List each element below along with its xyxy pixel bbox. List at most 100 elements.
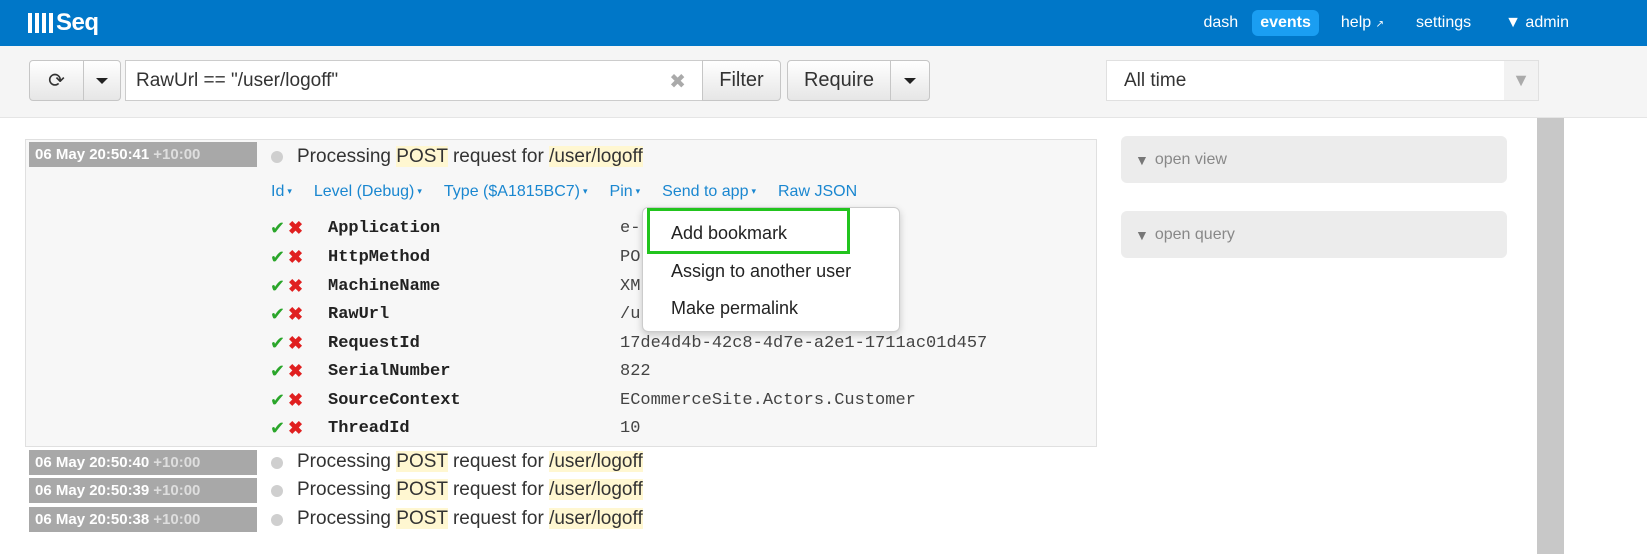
msg-text: Processing	[297, 508, 397, 529]
property-row: ✔ ✖ RawUrl/u	[270, 301, 640, 327]
event-message[interactable]: Processing POST request for /user/logoff	[297, 508, 643, 530]
event-timestamp[interactable]: 06 May 20:50:40 +10:00	[29, 450, 257, 475]
property-name: RawUrl	[328, 304, 390, 324]
msg-text: request for	[447, 451, 550, 472]
property-row: ✔ ✖ ThreadId 10	[270, 415, 640, 441]
check-icon[interactable]: ✔	[270, 390, 288, 411]
nav-events[interactable]: events	[1252, 10, 1319, 36]
nav-help-label: help	[1340, 14, 1372, 31]
check-icon[interactable]: ✔	[270, 418, 288, 439]
property-value: 17de4d4b-42c8-4d7e-a2e1-1711ac01d457	[620, 333, 988, 353]
msg-highlight: /user/logoff	[549, 451, 643, 472]
open-view-panel[interactable]: ▼ open view	[1121, 136, 1507, 183]
action-level[interactable]: Level (Debug) ▾	[314, 183, 422, 201]
property-row: ✔ ✖ HttpMethod PO	[270, 244, 640, 270]
action-label: Type ($A1815BC7)	[443, 183, 580, 200]
open-query-panel[interactable]: ▼ open query	[1121, 211, 1507, 258]
time-range-value: All time	[1124, 69, 1187, 91]
menu-item-make-permalink[interactable]: Make permalink	[671, 298, 798, 319]
cross-icon[interactable]: ✖	[288, 418, 310, 439]
refresh-button[interactable]: ⟳	[29, 60, 84, 101]
nav-admin-menu[interactable]: ▼ admin	[1497, 10, 1577, 36]
cross-icon[interactable]: ✖	[288, 361, 310, 382]
action-id[interactable]: Id ▾	[271, 183, 292, 201]
external-link-icon: ↗	[1375, 19, 1384, 30]
chevron-down-icon: ▼	[1504, 61, 1538, 100]
seq-logo[interactable]: Seq	[28, 9, 99, 37]
event-actions: Id ▾ Level (Debug) ▾ Type ($A1815BC7) ▾ Pin…	[271, 183, 879, 201]
nav-help[interactable]: help ↗	[1333, 10, 1392, 36]
event-timezone: +10:00	[153, 511, 201, 528]
check-icon[interactable]: ✔	[270, 218, 288, 239]
event-date: 06 May 20:50:41	[35, 146, 150, 163]
msg-text: Processing	[297, 479, 397, 500]
property-row: ✔ ✖ Application e-	[270, 215, 640, 241]
msg-text: request for	[447, 508, 550, 529]
check-icon[interactable]: ✔	[270, 361, 288, 382]
check-icon[interactable]: ✔	[270, 247, 288, 268]
search-input[interactable]: RawUrl == "/user/logoff" ✖	[125, 60, 703, 101]
level-dot-icon	[271, 485, 283, 497]
clear-icon[interactable]: ✖	[669, 69, 686, 94]
event-message[interactable]: Processing POST request for /user/logoff	[297, 146, 643, 168]
property-value: /u	[620, 304, 641, 324]
panel-label: open query	[1154, 225, 1235, 243]
logo-bars-icon	[28, 13, 53, 33]
msg-highlight: /user/logoff	[549, 479, 643, 500]
action-label: Send to app	[662, 183, 749, 200]
property-row: ✔ ✖ SerialNumber 822	[270, 358, 651, 384]
msg-highlight: POST	[396, 508, 448, 529]
triangle-down-icon: ▼	[1135, 151, 1149, 168]
property-value: 10	[620, 418, 641, 438]
level-dot-icon	[271, 514, 283, 526]
action-send-to-app[interactable]: Send to app ▾	[662, 183, 756, 201]
filter-button[interactable]: Filter	[702, 60, 781, 101]
event-timestamp[interactable]: 06 May 20:50:38 +10:00	[29, 507, 257, 532]
event-message[interactable]: Processing POST request for /user/logoff	[297, 451, 643, 473]
cross-icon[interactable]: ✖	[288, 390, 310, 411]
refresh-options-button[interactable]	[83, 60, 121, 101]
vertical-scrollbar[interactable]	[1537, 118, 1564, 554]
property-name: Application	[328, 218, 441, 238]
check-icon[interactable]: ✔	[270, 333, 288, 354]
chevron-down-icon: ▾	[635, 186, 641, 197]
cross-icon[interactable]: ✖	[288, 304, 310, 325]
cross-icon[interactable]: ✖	[288, 276, 310, 297]
property-value: PO	[620, 247, 641, 267]
action-raw-json[interactable]: Raw JSON	[778, 183, 857, 201]
time-range-select[interactable]: All time ▼	[1106, 60, 1539, 101]
action-type[interactable]: Type ($A1815BC7) ▾	[444, 183, 588, 201]
event-timezone: +10:00	[153, 146, 201, 163]
query-toolbar: ⟳ RawUrl == "/user/logoff" ✖ Filter Requ…	[0, 46, 1647, 118]
property-name: MachineName	[328, 276, 441, 296]
menu-item-assign-user[interactable]: Assign to another user	[671, 261, 851, 282]
nav-dash[interactable]: dash	[1196, 10, 1247, 36]
event-timestamp[interactable]: 06 May 20:50:39 +10:00	[29, 478, 257, 503]
event-message[interactable]: Processing POST request for /user/logoff	[297, 479, 643, 501]
property-value: ECommerceSite.Actors.Customer	[620, 390, 916, 410]
require-button[interactable]: Require	[787, 60, 891, 101]
event-timezone: +10:00	[153, 482, 201, 499]
cross-icon[interactable]: ✖	[288, 333, 310, 354]
action-label: Pin	[609, 183, 633, 200]
triangle-down-icon: ▼	[1135, 226, 1149, 243]
action-pin[interactable]: Pin ▾	[610, 183, 641, 201]
event-timezone: +10:00	[153, 454, 201, 471]
check-icon[interactable]: ✔	[270, 304, 288, 325]
cross-icon[interactable]: ✖	[288, 218, 310, 239]
property-row: ✔ ✖ SourceContext ECommerceSite.Actors.Cust…	[270, 387, 916, 413]
property-row: ✔ ✖ MachineName XM	[270, 273, 640, 299]
nav-settings[interactable]: settings	[1408, 10, 1479, 36]
check-icon[interactable]: ✔	[270, 276, 288, 297]
event-timestamp[interactable]: 06 May 20:50:41 +10:00	[29, 142, 257, 167]
search-query-text: RawUrl == "/user/logoff"	[136, 69, 339, 91]
chevron-down-icon	[96, 77, 108, 84]
msg-highlight: /user/logoff	[549, 508, 643, 529]
require-options-button[interactable]	[890, 60, 930, 101]
property-value: XM	[620, 276, 641, 296]
msg-highlight: POST	[396, 146, 448, 167]
chevron-down-icon	[904, 77, 916, 84]
chevron-down-icon: ▾	[751, 186, 756, 197]
cross-icon[interactable]: ✖	[288, 247, 310, 268]
refresh-icon: ⟳	[48, 70, 65, 92]
